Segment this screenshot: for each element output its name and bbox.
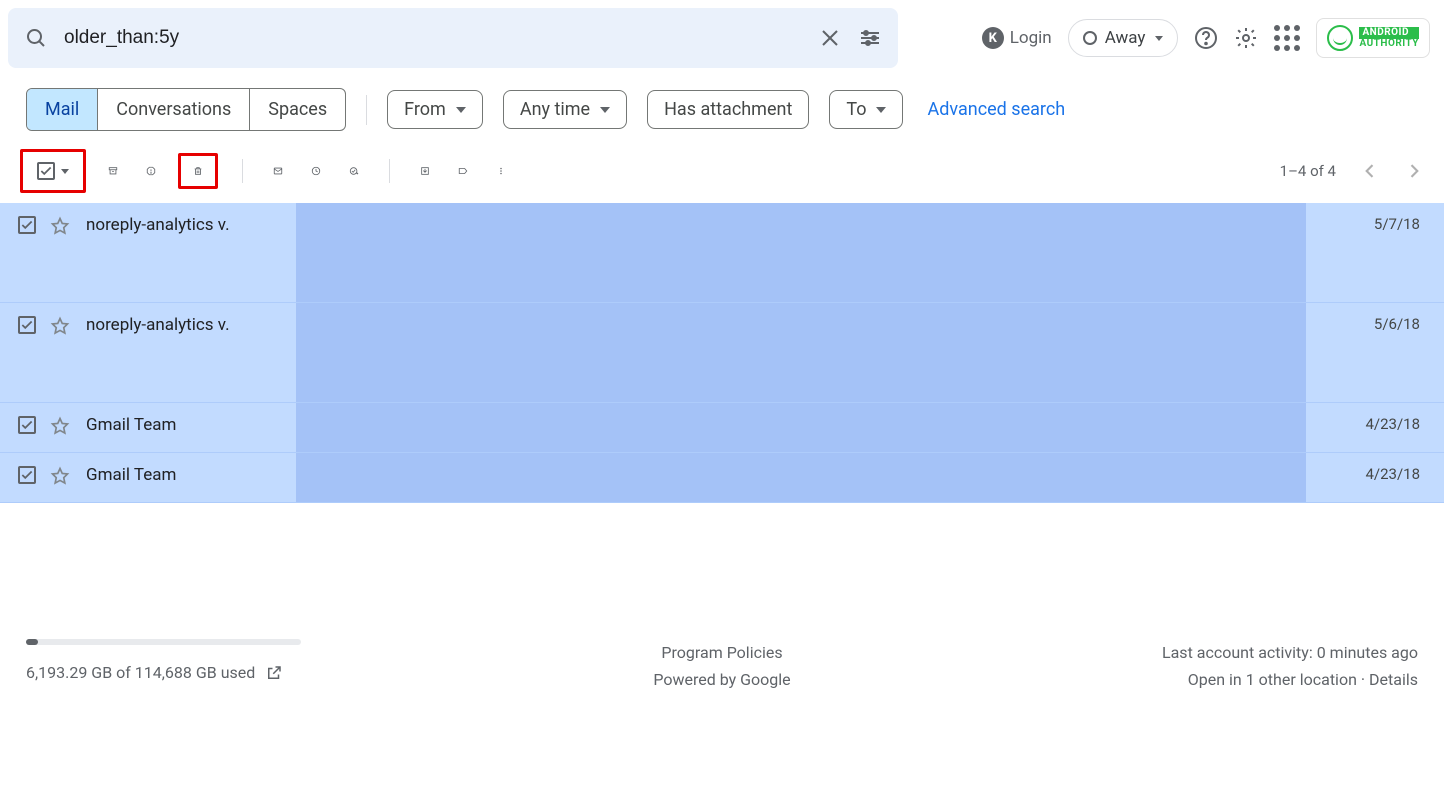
- prev-page-icon[interactable]: [1360, 161, 1380, 181]
- login-label: Login: [1010, 28, 1052, 48]
- row-subject-body: [296, 303, 1306, 402]
- row-checkbox[interactable]: [18, 216, 36, 234]
- divider: [389, 159, 390, 183]
- next-page-icon[interactable]: [1404, 161, 1424, 181]
- chevron-down-icon: [456, 107, 466, 113]
- row-checkbox[interactable]: [18, 466, 36, 484]
- more-icon[interactable]: [490, 160, 512, 182]
- email-row[interactable]: noreply-analytics v. 5/7/18: [0, 203, 1444, 303]
- powered-by: Powered by Google: [490, 666, 954, 693]
- divider: [366, 95, 367, 125]
- search-bar: [8, 8, 898, 68]
- search-options-icon[interactable]: [858, 26, 882, 50]
- chevron-down-icon: [876, 107, 886, 113]
- highlight-delete: [178, 153, 218, 189]
- view-tabs: Mail Conversations Spaces: [26, 88, 346, 131]
- row-sender: Gmail Team: [86, 413, 296, 435]
- last-activity: Last account activity: 0 minutes ago: [954, 639, 1418, 666]
- email-list: noreply-analytics v. 5/7/18 noreply-anal…: [0, 203, 1444, 503]
- footer-storage: 6,193.29 GB of 114,688 GB used: [26, 639, 490, 682]
- details-link[interactable]: Details: [1369, 670, 1418, 689]
- row-date: 5/7/18: [1306, 213, 1426, 233]
- row-subject-body: [296, 403, 1306, 452]
- snooze-icon[interactable]: [305, 160, 327, 182]
- open-external-icon[interactable]: [265, 664, 283, 682]
- divider: [242, 159, 243, 183]
- star-icon[interactable]: [50, 416, 70, 436]
- open-in-other-location-link[interactable]: Open in 1 other location: [1188, 670, 1357, 689]
- row-date: 5/6/18: [1306, 313, 1426, 333]
- help-icon[interactable]: [1194, 26, 1218, 50]
- android-authority-icon: [1327, 25, 1353, 51]
- filter-to[interactable]: To: [829, 90, 903, 129]
- chevron-down-icon: [61, 169, 69, 174]
- email-row[interactable]: Gmail Team 4/23/18: [0, 403, 1444, 453]
- filter-anytime[interactable]: Any time: [503, 90, 627, 129]
- row-checkbox[interactable]: [18, 316, 36, 334]
- k-logo-icon: K: [982, 27, 1004, 49]
- row-subject-body: [296, 453, 1306, 502]
- delete-icon[interactable]: [187, 160, 209, 182]
- move-to-icon[interactable]: [414, 160, 436, 182]
- tab-spaces[interactable]: Spaces: [250, 89, 345, 130]
- email-row[interactable]: Gmail Team 4/23/18: [0, 453, 1444, 503]
- label-icon[interactable]: [452, 160, 474, 182]
- chevron-down-icon: [600, 107, 610, 113]
- select-all-checkbox[interactable]: [29, 156, 77, 186]
- checkbox-checked-icon: [37, 162, 55, 180]
- apps-icon[interactable]: [1274, 25, 1300, 51]
- pager-range: 1–4 of 4: [1280, 162, 1336, 180]
- search-icon[interactable]: [24, 26, 48, 50]
- row-sender: noreply-analytics v.: [86, 213, 296, 235]
- highlight-select-all: [20, 149, 86, 193]
- filter-has-attachment[interactable]: Has attachment: [647, 90, 809, 129]
- program-policies-link[interactable]: Program Policies: [490, 639, 954, 666]
- email-row[interactable]: noreply-analytics v. 5/6/18: [0, 303, 1444, 403]
- status-pill[interactable]: Away: [1068, 19, 1179, 57]
- login-chip[interactable]: K Login: [982, 27, 1052, 49]
- status-away-icon: [1083, 31, 1097, 45]
- close-icon[interactable]: [818, 26, 842, 50]
- star-icon[interactable]: [50, 216, 70, 236]
- brand-line2: AUTHORITY: [1359, 39, 1419, 49]
- mark-unread-icon[interactable]: [267, 160, 289, 182]
- add-task-icon[interactable]: [343, 160, 365, 182]
- row-sender: Gmail Team: [86, 463, 296, 485]
- archive-icon[interactable]: [102, 160, 124, 182]
- row-checkbox[interactable]: [18, 416, 36, 434]
- advanced-search-link[interactable]: Advanced search: [927, 99, 1065, 120]
- row-date: 4/23/18: [1306, 463, 1426, 483]
- filter-from[interactable]: From: [387, 90, 483, 129]
- search-input[interactable]: [64, 27, 802, 49]
- storage-bar: [26, 639, 301, 645]
- row-subject-body: [296, 203, 1306, 302]
- star-icon[interactable]: [50, 316, 70, 336]
- settings-icon[interactable]: [1234, 26, 1258, 50]
- row-sender: noreply-analytics v.: [86, 313, 296, 335]
- chevron-down-icon: [1155, 36, 1163, 41]
- tab-conversations[interactable]: Conversations: [98, 89, 250, 130]
- android-authority-badge: ANDROID AUTHORITY: [1316, 18, 1430, 58]
- status-label: Away: [1105, 28, 1146, 48]
- storage-text: 6,193.29 GB of 114,688 GB used: [26, 663, 255, 682]
- tab-mail[interactable]: Mail: [27, 89, 98, 130]
- row-date: 4/23/18: [1306, 413, 1426, 433]
- star-icon[interactable]: [50, 466, 70, 486]
- report-spam-icon[interactable]: [140, 160, 162, 182]
